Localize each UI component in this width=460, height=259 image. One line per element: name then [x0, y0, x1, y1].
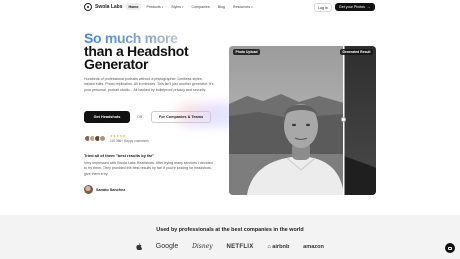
logos-section: Used by professionals at the best compan…	[0, 215, 460, 259]
avatar	[99, 135, 106, 142]
photo-upload-tag: Photo Upload	[233, 49, 261, 56]
apple-logo-icon	[136, 243, 142, 250]
disney-logo: Disney	[192, 243, 213, 250]
chat-button[interactable]	[445, 243, 455, 253]
arrow-right-icon: →	[366, 4, 371, 9]
airbnb-icon: ⌂	[267, 243, 271, 250]
author-name: Sanato Sanchez	[96, 187, 126, 192]
testimonial-text: Very impressed with Swola Labs Headshots…	[84, 161, 213, 176]
airbnb-logo: ⌂ airbnb	[267, 244, 289, 250]
nav-link-blog[interactable]: Blog	[215, 3, 227, 10]
brand-name: Swola Labs	[95, 4, 123, 10]
compare-slider-handle[interactable]	[341, 117, 346, 122]
or-divider: OR	[137, 115, 143, 119]
logos-title: Used by professionals at the best compan…	[156, 227, 304, 233]
rating-stars: ★★★★★	[110, 134, 126, 138]
nav-links: Home Products▾ Styles▾ Companies Blog Re…	[126, 3, 255, 10]
chevron-down-icon: ▾	[251, 4, 253, 9]
nav-link-companies[interactable]: Companies	[189, 3, 212, 10]
netflix-logo: NETFLIX	[226, 243, 254, 250]
get-photos-label: Get your Photos	[339, 4, 365, 9]
google-logo: Google	[155, 243, 179, 250]
nav-link-home[interactable]: Home	[126, 3, 141, 10]
get-headshots-button[interactable]: Get Headshots	[84, 111, 130, 123]
chevron-down-icon: ▾	[161, 4, 164, 9]
logo-icon	[84, 3, 92, 11]
testimonial-title: Tried all of them "best results by far"	[84, 153, 155, 158]
airbnb-label: airbnb	[272, 243, 290, 250]
top-nav: Swola Labs Home Products▾ Styles▾ Compan…	[0, 0, 460, 14]
testimonial-author: Sanato Sanchez	[84, 185, 125, 194]
chat-icon	[448, 246, 452, 250]
nav-link-products[interactable]: Products▾	[144, 3, 166, 10]
companies-teams-button[interactable]: For Companies & Teams	[151, 111, 211, 123]
headline-line-3: Generator	[84, 56, 149, 72]
generated-result-tag: Generated Result	[339, 49, 373, 56]
company-logos: Google Disney NETFLIX ⌂ airbnb amazon	[136, 243, 324, 250]
before-after-photo[interactable]: Photo Upload Generated Result	[229, 46, 376, 195]
nav-link-resources[interactable]: Resources▾	[230, 3, 255, 10]
brand-logo[interactable]: Swola Labs	[84, 3, 123, 11]
happy-customers: 116,386+ Happy customers	[110, 138, 149, 143]
avatar	[84, 185, 93, 194]
customer-avatars	[84, 135, 106, 142]
login-button[interactable]: Log in	[314, 3, 332, 12]
amazon-logo: amazon	[303, 243, 324, 250]
nav-link-styles[interactable]: Styles▾	[169, 3, 186, 10]
chevron-down-icon: ▾	[182, 4, 184, 9]
hero-description: Hundreds of professional portraits witho…	[84, 77, 214, 92]
portrait-photo	[229, 46, 376, 195]
get-photos-button[interactable]: Get your Photos →	[335, 2, 375, 11]
